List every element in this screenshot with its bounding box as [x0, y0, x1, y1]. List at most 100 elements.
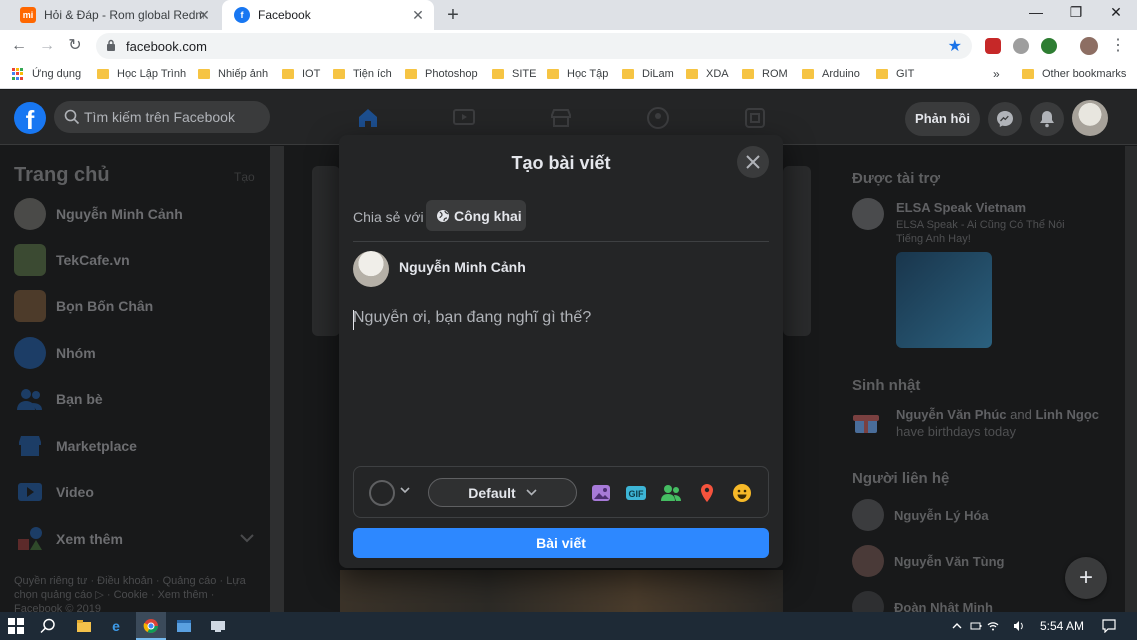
page-scrollbar[interactable] [1125, 146, 1137, 612]
wifi-icon[interactable] [987, 620, 999, 632]
new-message-button[interactable]: + [1065, 557, 1107, 599]
clock[interactable]: 5:54 AM [1040, 619, 1084, 633]
address-bar[interactable]: facebook.com ★ [96, 33, 972, 59]
close-tab-icon[interactable]: ✕ [410, 7, 426, 23]
avatar [852, 545, 884, 577]
bookmark-folder[interactable]: GIT [876, 68, 914, 80]
folder-icon [547, 69, 559, 79]
browser-tab-facebook[interactable]: f Facebook ✕ [222, 0, 434, 30]
bookmark-folder[interactable]: Học Tập [547, 68, 608, 80]
forward-icon[interactable]: → [37, 36, 57, 56]
video-icon [14, 476, 46, 508]
bookmarks-overflow-button[interactable]: » [993, 67, 1000, 81]
chrome-icon[interactable] [143, 618, 159, 634]
groups-icon[interactable] [646, 106, 670, 130]
bookmark-apps[interactable]: Ứng dụng [12, 68, 81, 80]
sidebar-create-link[interactable]: Tạo [234, 170, 255, 184]
sidebar-item-groups[interactable]: Nhóm [14, 337, 96, 369]
extension-robot-icon[interactable] [1013, 38, 1029, 54]
account-avatar[interactable] [1072, 100, 1108, 136]
close-tab-icon[interactable]: ✕ [196, 7, 212, 23]
notifications-button[interactable] [1030, 102, 1064, 136]
audience-selector[interactable]: Công khai [426, 200, 526, 231]
back-icon[interactable]: ← [9, 36, 29, 56]
sidebar-item-friends[interactable]: Bạn bè [14, 383, 103, 415]
restore-icon[interactable]: ❐ [1066, 4, 1086, 21]
bookmark-folder[interactable]: Photoshop [405, 68, 478, 80]
close-dialog-button[interactable] [737, 146, 769, 178]
other-bookmarks[interactable]: Other bookmarks [1022, 68, 1126, 80]
background-color-picker[interactable] [369, 480, 395, 506]
location-icon[interactable] [696, 482, 718, 504]
minimize-icon[interactable]: — [1026, 4, 1046, 20]
bookmark-label: SITE [512, 68, 537, 80]
extension-globe-icon[interactable] [1041, 38, 1057, 54]
bookmark-folder[interactable]: Học Lập Trình [97, 68, 186, 80]
sponsor-image[interactable] [896, 252, 992, 348]
bookmark-folder[interactable]: XDA [686, 68, 729, 80]
sidebar-item-tekcafe[interactable]: TekCafe.vn [14, 244, 130, 276]
bookmark-label: ROM [762, 68, 788, 80]
story-card[interactable] [312, 166, 340, 336]
browser-tab-mi-forum[interactable]: mi Hỏi & Đáp - Rom global Redmi Note ✕ [8, 0, 220, 30]
contact-item[interactable]: Nguyễn Lý Hóa [852, 499, 989, 531]
post-composer-input[interactable] [353, 309, 769, 459]
bookmark-folder[interactable]: Arduino [802, 68, 860, 80]
sidebar-item-label: Nguyễn Minh Cảnh [56, 206, 183, 222]
bookmark-folder[interactable]: ROM [742, 68, 788, 80]
bookmark-folder[interactable]: Nhiếp ảnh [198, 68, 268, 80]
left-sidebar: Trang chủ Tạo Nguyễn Minh Cảnh TekCafe.v… [0, 146, 270, 615]
volume-icon[interactable] [1013, 620, 1025, 632]
story-card[interactable] [783, 166, 811, 336]
contact-item[interactable]: Nguyễn Văn Tùng [852, 545, 1005, 577]
bookmark-folder[interactable]: Tiện ích [333, 68, 392, 80]
folder-icon [622, 69, 634, 79]
messenger-button[interactable] [988, 102, 1022, 136]
gaming-icon[interactable] [743, 106, 767, 130]
sidebar-item-profile[interactable]: Nguyễn Minh Cảnh [14, 198, 183, 230]
new-tab-button[interactable]: + [443, 4, 463, 26]
photo-icon[interactable] [590, 482, 612, 504]
feed-scrollbar[interactable] [270, 146, 284, 612]
home-icon[interactable] [356, 106, 380, 130]
bookmark-folder[interactable]: SITE [492, 68, 536, 80]
post-submit-button[interactable]: Bài viết [353, 528, 769, 558]
profile-avatar[interactable] [1080, 37, 1098, 55]
bookmark-folder[interactable]: DiLam [622, 68, 674, 80]
file-explorer-icon[interactable] [76, 618, 92, 634]
search-input[interactable]: Tìm kiếm trên Facebook [54, 101, 270, 133]
app-window-icon[interactable] [176, 618, 192, 634]
sidebar-item-bon-bon-chan[interactable]: Bọn Bốn Chân [14, 290, 153, 322]
gif-icon[interactable]: GIF [625, 482, 647, 504]
notification-center-icon[interactable] [1102, 619, 1116, 633]
sidebar-item-marketplace[interactable]: Marketplace [14, 430, 137, 462]
feed-post-image [340, 570, 783, 612]
extension-shield-icon[interactable] [985, 38, 1001, 54]
edge-browser-icon[interactable]: e [108, 618, 124, 634]
remote-desktop-icon[interactable] [210, 618, 226, 634]
watch-icon[interactable] [452, 106, 476, 130]
feeling-icon[interactable] [731, 482, 753, 504]
folder-icon [198, 69, 210, 79]
folder-icon [492, 69, 504, 79]
text-style-dropdown[interactable]: Default [428, 478, 577, 507]
sponsor-logo[interactable] [852, 198, 894, 230]
window-close-icon[interactable]: ✕ [1106, 4, 1126, 21]
windows-start-icon[interactable] [8, 618, 24, 634]
bookmark-star-icon[interactable]: ★ [948, 36, 962, 56]
footer-links[interactable]: Quyền riêng tư · Điều khoản · Quảng cáo … [14, 574, 254, 616]
tag-friends-icon[interactable] [660, 482, 682, 504]
birthday-notice[interactable]: Nguyễn Văn Phúc and Linh Ngọc have birth… [896, 406, 1136, 440]
chevron-up-icon[interactable] [951, 620, 963, 632]
battery-icon[interactable] [970, 620, 982, 632]
browser-menu-icon[interactable]: ⋮ [1108, 36, 1128, 56]
feedback-button[interactable]: Phản hồi [905, 102, 980, 136]
search-icon[interactable] [40, 618, 56, 634]
bookmark-folder[interactable]: IOT [282, 68, 320, 80]
sidebar-item-video[interactable]: Video [14, 476, 94, 508]
sponsor-name[interactable]: ELSA Speak Vietnam [896, 200, 1026, 215]
facebook-logo-icon[interactable]: f [14, 102, 46, 134]
reload-icon[interactable]: ↻ [65, 36, 85, 56]
marketplace-icon[interactable] [549, 106, 573, 130]
sidebar-item-see-more[interactable]: Xem thêm [14, 523, 254, 555]
